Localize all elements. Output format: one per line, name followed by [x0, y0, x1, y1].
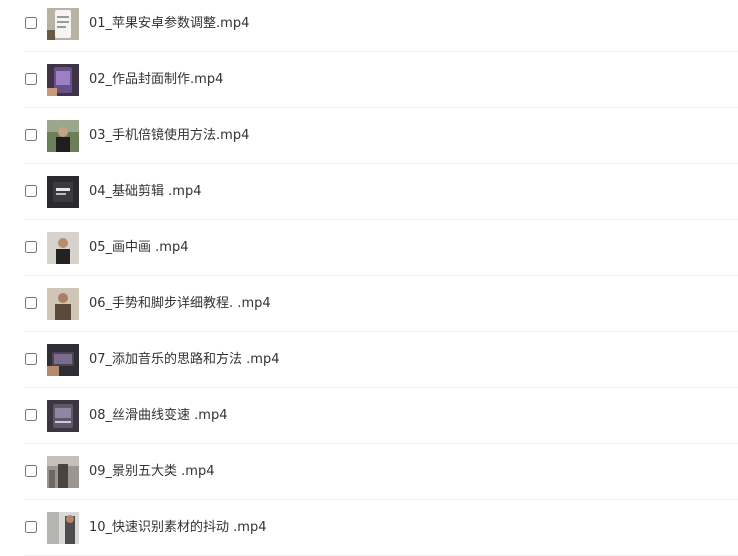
video-thumbnail-icon[interactable] [47, 400, 79, 432]
file-checkbox[interactable] [25, 73, 37, 85]
file-name[interactable]: 04_基础剪辑 .mp4 [89, 182, 202, 202]
video-thumbnail-icon[interactable] [47, 456, 79, 488]
file-checkbox[interactable] [25, 409, 37, 421]
video-thumbnail-icon[interactable] [47, 64, 79, 96]
file-checkbox[interactable] [25, 521, 37, 533]
file-list: 01_苹果安卓参数调整.mp4 02_作品封面制作.mp4 03_手机倍镜使用方… [0, 0, 738, 556]
video-thumbnail-icon[interactable] [47, 512, 79, 544]
file-row[interactable]: 08_丝滑曲线变速 .mp4 [0, 388, 738, 444]
file-row[interactable]: 04_基础剪辑 .mp4 [0, 164, 738, 220]
file-row[interactable]: 09_景别五大类 .mp4 [0, 444, 738, 500]
video-thumbnail-icon[interactable] [47, 8, 79, 40]
file-row[interactable]: 01_苹果安卓参数调整.mp4 [0, 0, 738, 52]
file-row[interactable]: 03_手机倍镜使用方法.mp4 [0, 108, 738, 164]
file-row[interactable]: 10_快速识别素材的抖动 .mp4 [0, 500, 738, 556]
video-thumbnail-icon[interactable] [47, 232, 79, 264]
video-thumbnail-icon[interactable] [47, 344, 79, 376]
file-name[interactable]: 08_丝滑曲线变速 .mp4 [89, 406, 228, 426]
file-name[interactable]: 06_手势和脚步详细教程. .mp4 [89, 294, 271, 314]
file-checkbox[interactable] [25, 17, 37, 29]
file-checkbox[interactable] [25, 465, 37, 477]
file-checkbox[interactable] [25, 129, 37, 141]
file-name[interactable]: 09_景别五大类 .mp4 [89, 462, 215, 482]
file-name[interactable]: 02_作品封面制作.mp4 [89, 70, 223, 90]
file-row[interactable]: 02_作品封面制作.mp4 [0, 52, 738, 108]
file-checkbox[interactable] [25, 297, 37, 309]
file-row[interactable]: 07_添加音乐的思路和方法 .mp4 [0, 332, 738, 388]
file-row[interactable]: 05_画中画 .mp4 [0, 220, 738, 276]
file-name[interactable]: 03_手机倍镜使用方法.mp4 [89, 126, 249, 146]
file-name[interactable]: 05_画中画 .mp4 [89, 238, 189, 258]
video-thumbnail-icon[interactable] [47, 288, 79, 320]
file-name[interactable]: 01_苹果安卓参数调整.mp4 [89, 14, 249, 34]
file-checkbox[interactable] [25, 353, 37, 365]
video-thumbnail-icon[interactable] [47, 120, 79, 152]
file-checkbox[interactable] [25, 185, 37, 197]
file-checkbox[interactable] [25, 241, 37, 253]
file-name[interactable]: 10_快速识别素材的抖动 .mp4 [89, 518, 267, 538]
video-thumbnail-icon[interactable] [47, 176, 79, 208]
file-name[interactable]: 07_添加音乐的思路和方法 .mp4 [89, 350, 280, 370]
file-row[interactable]: 06_手势和脚步详细教程. .mp4 [0, 276, 738, 332]
